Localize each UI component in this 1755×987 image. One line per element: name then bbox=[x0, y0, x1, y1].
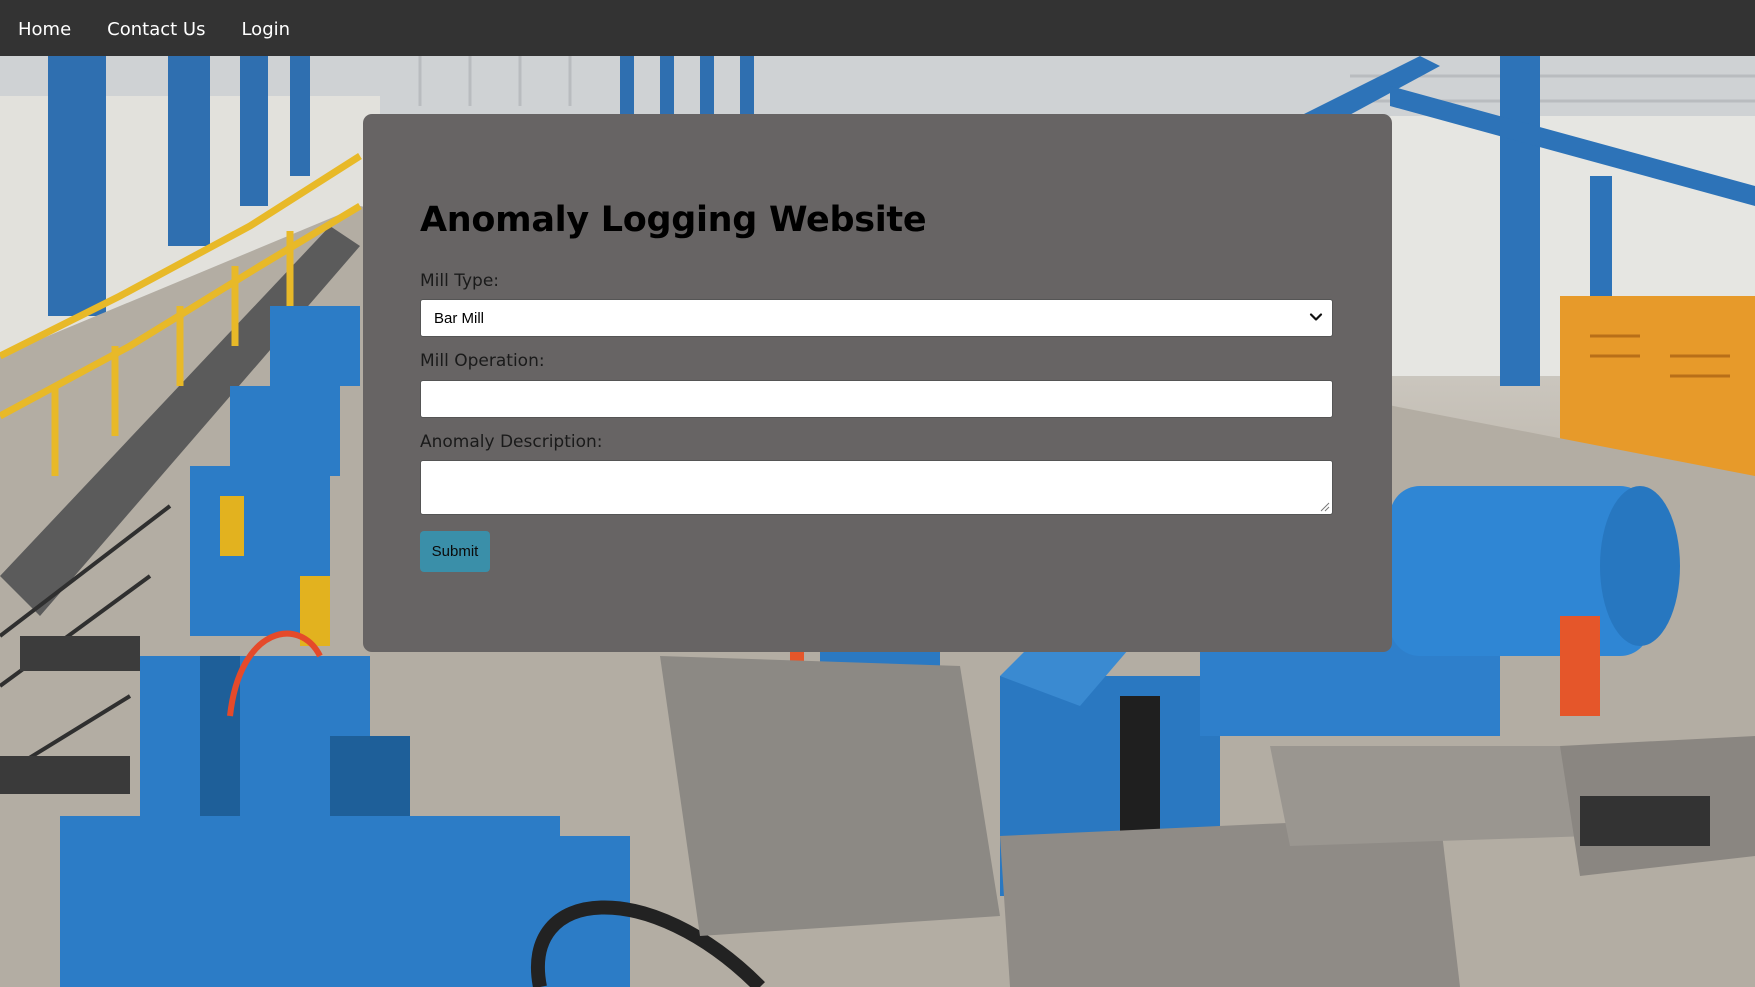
top-navbar: Home Contact Us Login bbox=[0, 0, 1755, 56]
resize-grip-icon[interactable] bbox=[1320, 502, 1330, 512]
mill-type-selected-value: Bar Mill bbox=[434, 309, 485, 327]
nav-home-link[interactable]: Home bbox=[0, 0, 89, 56]
submit-button[interactable]: Submit bbox=[420, 531, 490, 572]
anomaly-description-label: Anomaly Description: bbox=[420, 432, 603, 452]
mill-type-label: Mill Type: bbox=[420, 271, 500, 291]
chevron-down-icon bbox=[1309, 313, 1323, 321]
mill-operation-input[interactable] bbox=[420, 380, 1333, 418]
mill-operation-label: Mill Operation: bbox=[420, 351, 545, 371]
nav-contact-us-link[interactable]: Contact Us bbox=[89, 0, 223, 56]
anomaly-description-textarea[interactable] bbox=[420, 460, 1333, 515]
mill-type-select[interactable]: Bar Mill bbox=[420, 299, 1333, 337]
nav-login-link[interactable]: Login bbox=[223, 0, 308, 56]
page-title: Anomaly Logging Website bbox=[420, 200, 927, 240]
anomaly-form-panel: Anomaly Logging Website Mill Type: Bar M… bbox=[363, 114, 1392, 652]
